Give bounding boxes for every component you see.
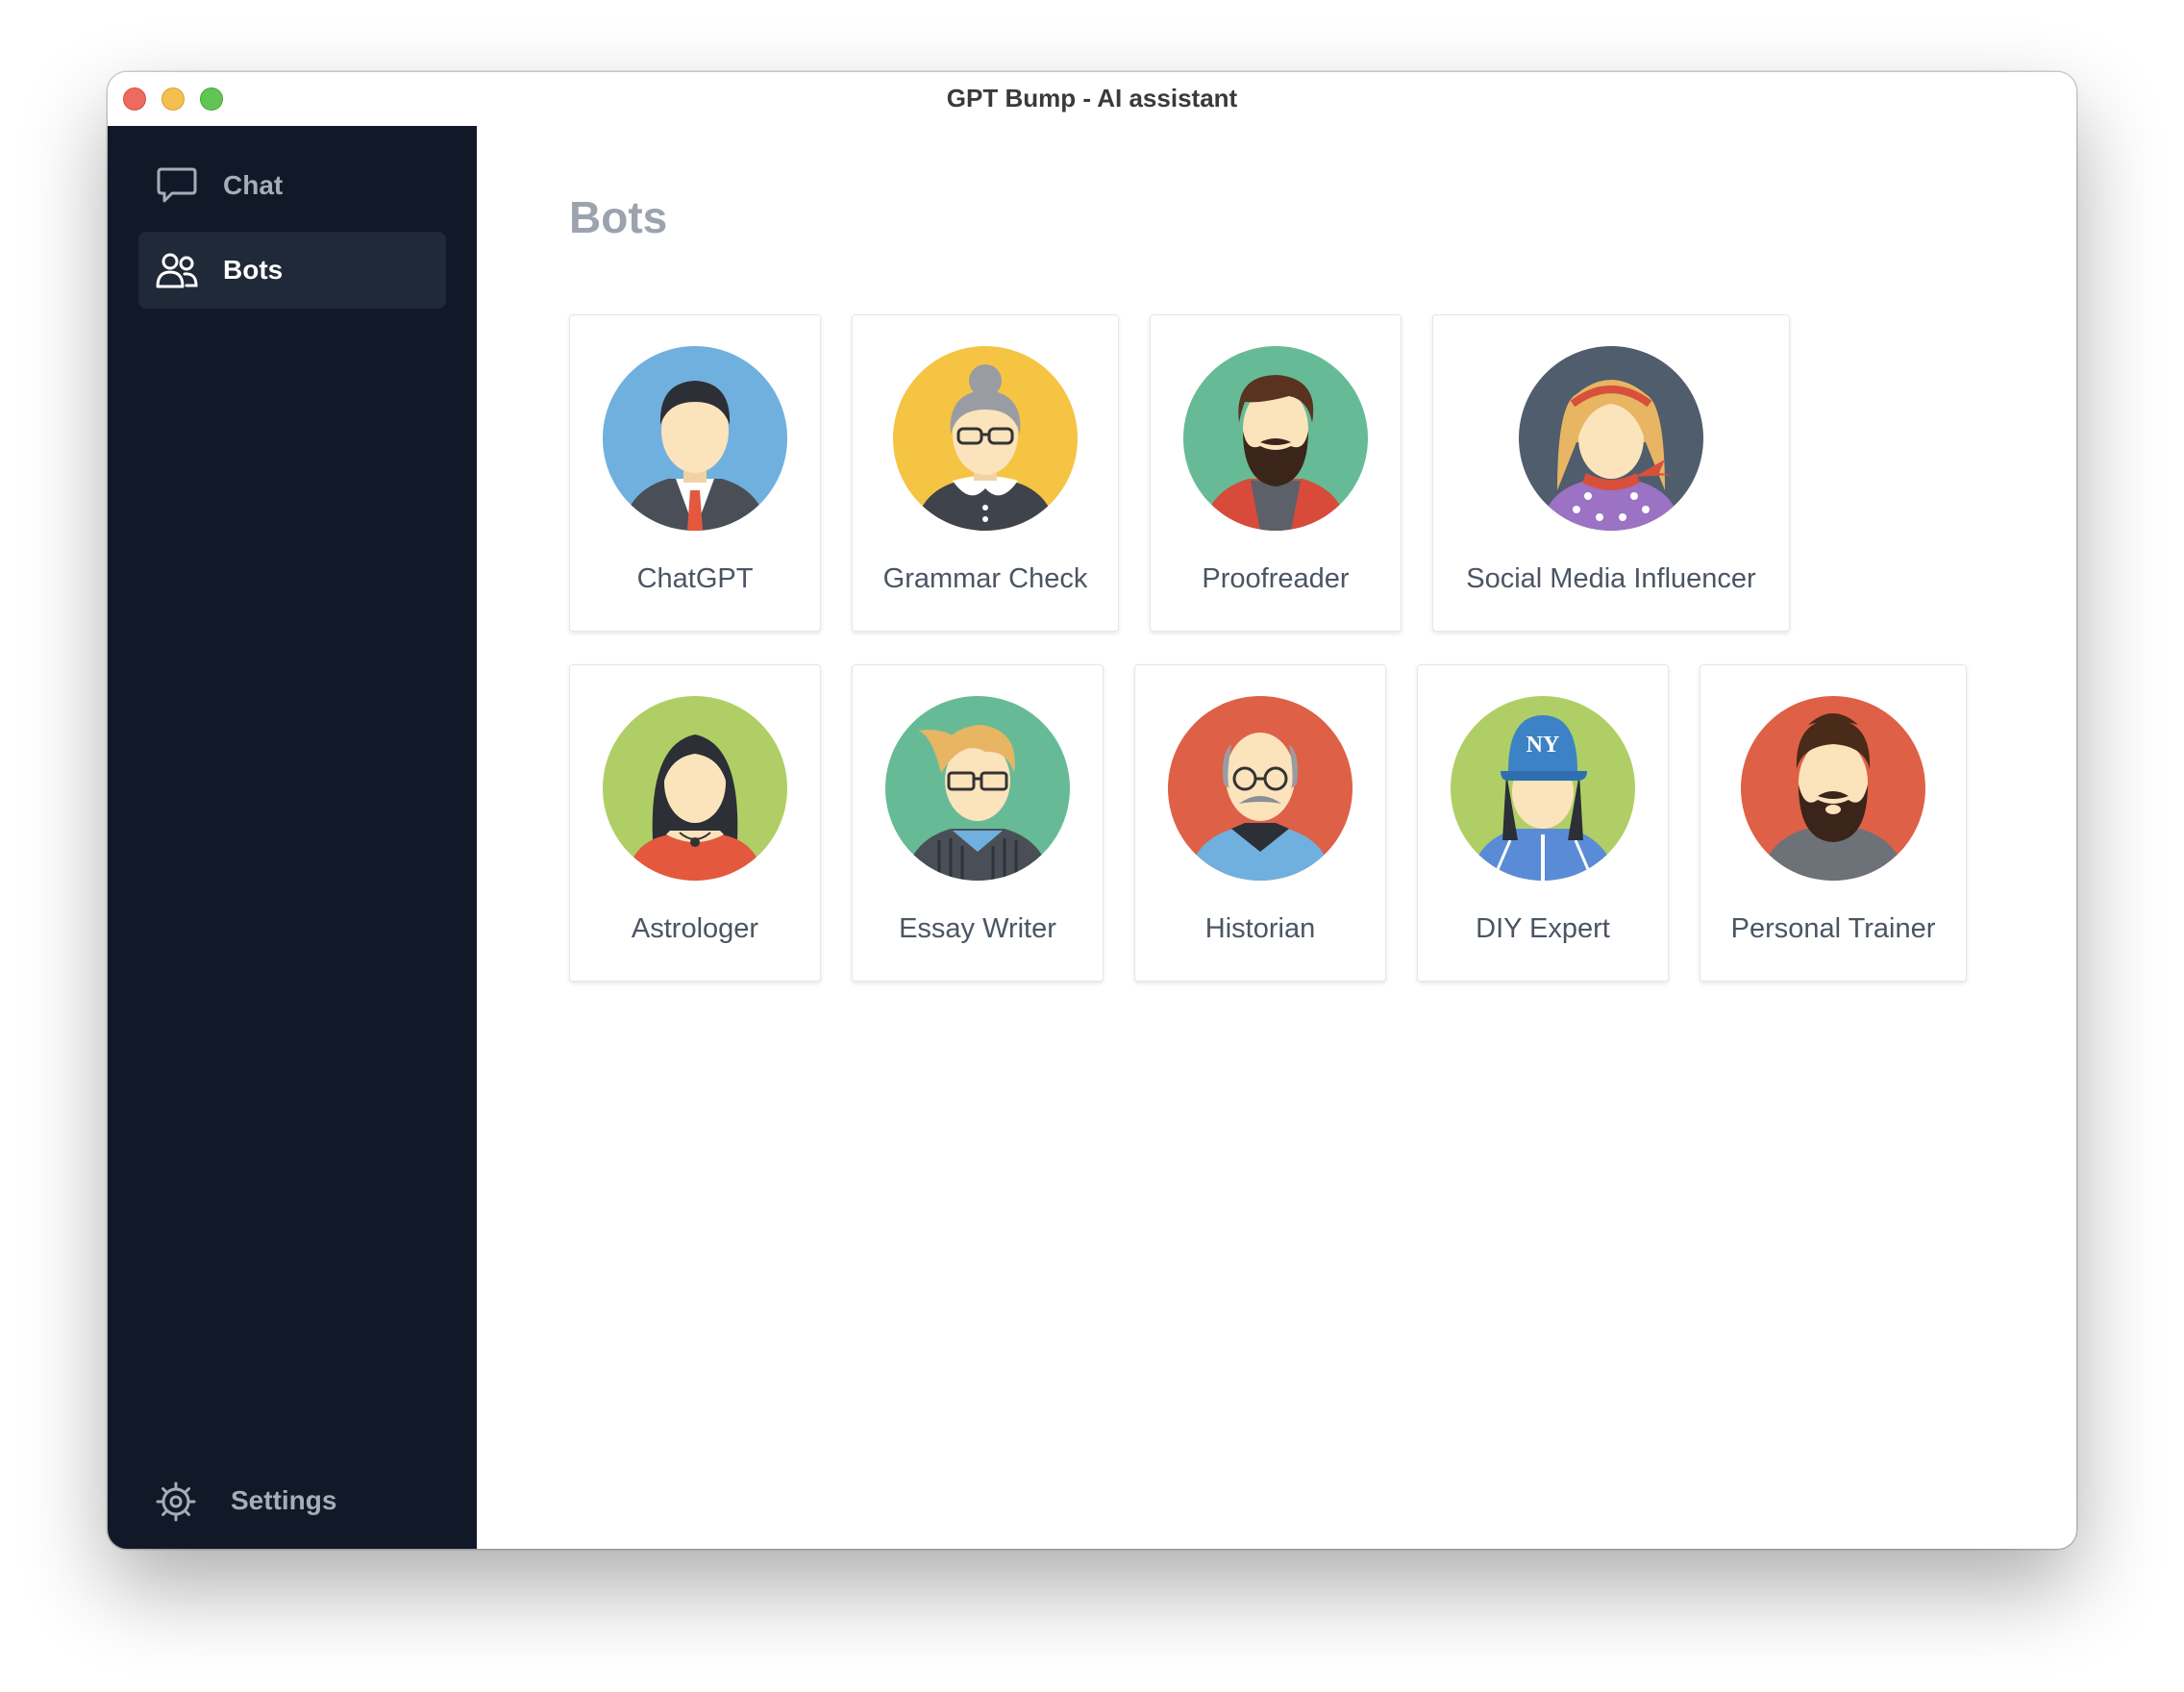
essay-writer-avatar-icon (885, 696, 1070, 881)
svg-text:NY: NY (1526, 733, 1560, 758)
historian-avatar-icon (1168, 696, 1353, 881)
window-title: GPT Bump - AI assistant (946, 84, 1238, 112)
astrologer-avatar-icon (603, 696, 787, 881)
bot-name: DIY Expert (1476, 913, 1610, 944)
bot-name: Grammar Check (882, 563, 1088, 594)
settings-button[interactable]: Settings (138, 1462, 446, 1539)
title-bar: GPT Bump - AI assistant (108, 72, 2076, 126)
bot-card-astrologer[interactable]: Astrologer (569, 664, 821, 982)
bot-name: Personal Trainer (1730, 913, 1936, 944)
bot-card-diy-expert[interactable]: NY DIY Expert (1417, 664, 1669, 982)
grammar-check-avatar-icon (893, 346, 1078, 531)
proofreader-avatar-icon (1183, 346, 1368, 531)
chat-bubble-icon (156, 166, 198, 205)
bot-card-chatgpt[interactable]: ChatGPT (569, 314, 821, 632)
page-title: Bots (569, 192, 668, 242)
sidebar-item-label: Chat (223, 170, 284, 200)
bot-name: Essay Writer (899, 913, 1056, 944)
bot-name: Social Media Influencer (1466, 563, 1756, 594)
settings-label: Settings (231, 1485, 337, 1515)
bot-card-essay-writer[interactable]: Essay Writer (852, 664, 1104, 982)
chatgpt-avatar-icon (603, 346, 787, 531)
sidebar: Chat Bots Settings (108, 126, 477, 1549)
bot-card-historian[interactable]: Historian (1134, 664, 1386, 982)
sidebar-item-label: Bots (223, 255, 284, 285)
bot-card-personal-trainer[interactable]: Personal Trainer (1700, 664, 1967, 982)
bot-name: Proofreader (1202, 563, 1350, 594)
main-content: Bots ChatGPT Grammar Check Proofreader S… (477, 126, 2076, 1549)
bot-name: Historian (1204, 913, 1316, 944)
users-icon (156, 251, 198, 289)
gear-icon (156, 1481, 196, 1522)
bot-card-social-media-influencer[interactable]: Social Media Influencer (1432, 314, 1790, 632)
app-window: GPT Bump - AI assistant Chat Bots Settin… (108, 72, 2076, 1549)
sidebar-item-bots[interactable]: Bots (138, 232, 446, 309)
personal-trainer-avatar-icon (1741, 696, 1925, 881)
bot-card-grammar-check[interactable]: Grammar Check (852, 314, 1119, 632)
bot-name: ChatGPT (636, 563, 754, 594)
sidebar-item-chat[interactable]: Chat (138, 147, 446, 224)
diy-expert-avatar-icon: NY (1451, 696, 1635, 881)
social-media-influencer-avatar-icon (1519, 346, 1703, 531)
bot-card-proofreader[interactable]: Proofreader (1150, 314, 1402, 632)
bot-name: Astrologer (631, 913, 759, 944)
